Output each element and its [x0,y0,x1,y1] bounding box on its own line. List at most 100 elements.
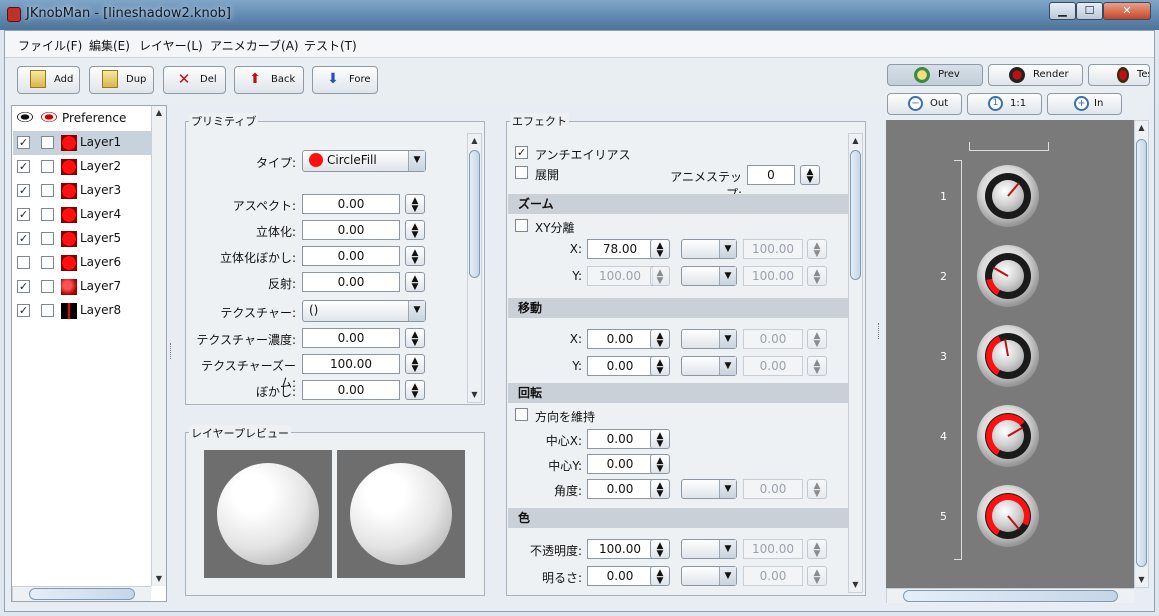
center-y-field[interactable]: 0.00 [587,454,653,474]
layer-row[interactable]: ✓ Layer8 [13,299,151,323]
layer-row[interactable]: ✓ Layer7 [13,275,151,299]
zoom-1to1-button[interactable]: 1 1:1 [967,93,1042,115]
center-y-spinner[interactable]: ▲ ▼ [650,454,670,474]
zoom-y-field[interactable]: 100.00 [587,266,653,286]
layer-row[interactable]: ✓ Layer5 [13,227,151,251]
emboss-spinner[interactable]: ▲ ▼ [405,220,425,240]
angle-spinner[interactable]: ▲ ▼ [650,479,670,499]
layer-visible-checkbox[interactable]: ✓ [17,136,30,149]
layer-list-hscrollbar[interactable] [12,586,151,601]
close-button[interactable]: ✕ [1103,2,1151,20]
emboss-field[interactable]: 0.00 [302,220,400,240]
move-y-spinner[interactable]: ▲ ▼ [650,356,670,376]
splitter-handle[interactable] [878,323,881,339]
layer-visible-checkbox[interactable]: ✓ [17,208,30,221]
zoom-in-button[interactable]: + In [1047,93,1122,115]
tab-render[interactable]: Render [988,64,1083,86]
tab-test[interactable]: Tes [1088,64,1150,86]
layer-visible-checkbox[interactable]: ✓ [17,304,30,317]
emboss-blur-spinner[interactable]: ▲ ▼ [405,246,425,266]
aspect-spinner[interactable]: ▲ ▼ [405,194,425,214]
move-x-spinner[interactable]: ▲ ▼ [650,329,670,349]
reflection-spinner[interactable]: ▲ ▼ [405,272,425,292]
scroll-up-icon[interactable]: ▲ [1135,121,1148,135]
layer-row[interactable]: Layer6 [13,251,151,275]
layer-row[interactable]: ✓ Layer4 [13,203,151,227]
minimize-button[interactable]: ▁ [1049,2,1076,20]
maximize-button[interactable]: ☐ [1076,2,1103,20]
type-select[interactable]: CircleFill ▼ [302,150,426,172]
texture-density-spinner[interactable]: ▲ ▼ [405,328,425,348]
animstep-spinner[interactable]: ▲ ▼ [800,165,820,185]
opacity-curve-select[interactable]: ▼ [681,539,737,559]
move-y-field[interactable]: 0.00 [587,356,653,376]
move-x-field[interactable]: 0.00 [587,329,653,349]
splitter-handle[interactable] [170,343,173,359]
animstep-field[interactable]: 0 [747,165,795,185]
menu-anime-curve[interactable]: アニメカーブ(A) [210,37,299,54]
effect-scrollbar[interactable]: ▲ ▼ [848,133,863,593]
layer-visible-checkbox[interactable]: ✓ [17,184,30,197]
move-y-curve-select[interactable]: ▼ [681,356,737,376]
menu-test[interactable]: テスト(T) [304,37,357,54]
primitive-scrollbar[interactable]: ▲ ▼ [467,133,482,403]
tab-prev[interactable]: Prev [887,64,983,86]
texture-density-field[interactable]: 0.00 [302,328,400,348]
move-x-curve-select[interactable]: ▼ [681,329,737,349]
layer-visible-checkbox[interactable]: ✓ [17,160,30,173]
layer-solo-checkbox[interactable] [41,232,54,245]
center-x-field[interactable]: 0.00 [587,429,653,449]
angle-curve-select[interactable]: ▼ [681,479,737,499]
scroll-up-icon[interactable]: ▲ [152,106,166,120]
menu-layer[interactable]: レイヤー(L) [139,37,203,54]
layer-row[interactable]: ✓ Layer1 [13,131,151,155]
menu-edit[interactable]: 編集(E) [89,37,130,54]
emboss-blur-field[interactable]: 0.00 [302,246,400,266]
blur-spinner[interactable]: ▲ ▼ [405,380,425,400]
scroll-up-icon[interactable]: ▲ [468,134,481,148]
zoom-y-curve-select[interactable]: ▼ [681,266,737,286]
layer-solo-checkbox[interactable] [41,208,54,221]
zoom-x-field[interactable]: 78.00 [587,239,653,259]
scroll-down-icon[interactable]: ▼ [152,572,166,586]
scroll-down-icon[interactable]: ▼ [849,578,862,592]
preview-vscrollbar[interactable]: ▲ ▼ [1134,120,1149,588]
zoom-x-curve-select[interactable]: ▼ [681,239,737,259]
zoom-x-spinner[interactable]: ▲ ▼ [650,239,670,259]
layer-solo-checkbox[interactable] [41,256,54,269]
layer-row[interactable]: ✓ Layer3 [13,179,151,203]
layer-solo-checkbox[interactable] [41,280,54,293]
layer-list-scrollbar[interactable]: ▲ ▼ [151,106,166,586]
layer-visible-checkbox[interactable]: ✓ [17,280,30,293]
angle-field[interactable]: 0.00 [587,479,653,499]
aspect-field[interactable]: 0.00 [302,194,400,214]
scroll-down-icon[interactable]: ▼ [468,388,481,402]
texture-zoom-spinner[interactable]: ▲ ▼ [405,354,425,374]
layer-solo-checkbox[interactable] [41,160,54,173]
layer-solo-checkbox[interactable] [41,136,54,149]
reflection-field[interactable]: 0.00 [302,272,400,292]
back-button[interactable]: ⬆ Back [234,66,304,94]
layer-solo-checkbox[interactable] [41,184,54,197]
layer-visible-checkbox[interactable]: ✓ [17,232,30,245]
preference-row[interactable]: Preference [13,107,151,131]
layer-row[interactable]: ✓ Layer2 [13,155,151,179]
brightness-spinner[interactable]: ▲ ▼ [650,566,670,586]
zoom-out-button[interactable]: − Out [887,93,962,115]
layer-visible-checkbox[interactable] [17,256,30,269]
fore-button[interactable]: ⬇ Fore [312,66,378,94]
del-button[interactable]: ✕ Del [163,66,226,94]
zoom-y-spinner[interactable]: ▲ ▼ [650,266,670,286]
brightness-field[interactable]: 0.00 [587,566,653,586]
opacity-field[interactable]: 100.00 [587,539,653,559]
add-button[interactable]: Add [17,66,80,94]
opacity-spinner[interactable]: ▲ ▼ [650,539,670,559]
effect-scroll-thumb[interactable] [850,150,861,280]
brightness-curve-select[interactable]: ▼ [681,566,737,586]
preview-hscroll-thumb[interactable] [903,590,1118,602]
layer-solo-checkbox[interactable] [41,304,54,317]
preview-vscroll-thumb[interactable] [1136,139,1147,567]
blur-field[interactable]: 0.00 [302,380,400,400]
dup-button[interactable]: Dup [89,66,154,94]
scroll-up-icon[interactable]: ▲ [849,134,862,148]
